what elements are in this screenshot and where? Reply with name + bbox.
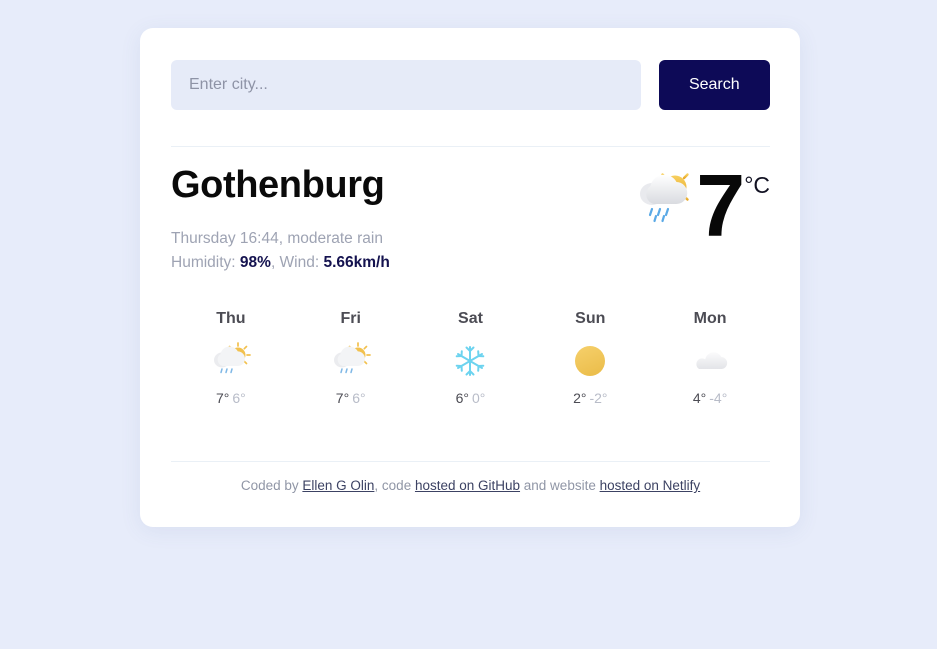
forecast-day-sat: Sat 6° 0° [411, 310, 531, 406]
wind-label: , Wind: [270, 254, 324, 272]
author-link[interactable]: Ellen G Olin [302, 478, 374, 493]
forecast-day-temps: 7° 6° [171, 390, 291, 406]
current-weather-section: Gothenburg Thursday 16:44, moderate rain… [171, 160, 770, 276]
forecast-day-label: Mon [693, 310, 727, 327]
temperature-value: 7 [696, 156, 745, 255]
footer-between: and website [520, 478, 600, 493]
forecast-day-label: Fri [340, 310, 361, 327]
forecast-temp-min: -4° [709, 390, 728, 406]
forecast-day-temps: 2° -2° [530, 390, 650, 406]
sun-behind-rain-cloud-icon [634, 166, 696, 233]
forecast-day-thu: Thu 7° 6° [171, 310, 291, 406]
sun-behind-rain-cloud-icon [171, 338, 291, 384]
humidity-value: 98% [239, 254, 271, 272]
forecast-row: Thu 7° 6° Fri 7° 6° Sat 6° 0° Sun 2° -2°… [171, 310, 770, 406]
forecast-day-fri: Fri 7° 6° [291, 310, 411, 406]
forecast-temp-max: 4° [692, 390, 707, 406]
current-weather-details: Gothenburg Thursday 16:44, moderate rain… [171, 160, 390, 276]
city-name: Gothenburg [171, 164, 385, 206]
weather-app: Search Gothenburg Thursday 16:44, modera… [0, 0, 937, 649]
footer-middle: , code [374, 478, 415, 493]
forecast-temp-min: -2° [589, 390, 608, 406]
netlify-link[interactable]: hosted on Netlify [600, 478, 701, 493]
divider-top [171, 146, 770, 147]
humidity-wind-line: Humidity: 98%, Wind: 5.66km/h [171, 251, 390, 275]
sun-behind-rain-cloud-icon [291, 338, 411, 384]
forecast-temp-max: 7° [216, 390, 230, 406]
search-form: Search [171, 60, 770, 110]
wind-value: 5.66km/h [323, 254, 390, 272]
forecast-day-temps: 4° -4° [650, 390, 770, 406]
temperature-unit[interactable]: °C [744, 174, 770, 197]
forecast-temp-min: 6° [352, 390, 366, 406]
cloud-icon [650, 338, 770, 384]
forecast-temp-min: 6° [232, 390, 246, 406]
forecast-day-label: Thu [216, 310, 246, 327]
search-input[interactable] [171, 60, 641, 110]
search-button[interactable]: Search [658, 60, 770, 110]
github-link[interactable]: hosted on GitHub [415, 478, 520, 493]
datetime-description: Thursday 16:44, moderate rain [171, 229, 383, 247]
forecast-day-mon: Mon 4° -4° [650, 310, 770, 406]
forecast-day-sun: Sun 2° -2° [530, 310, 650, 406]
forecast-temp-max: 7° [335, 390, 350, 406]
humidity-label: Humidity: [171, 254, 240, 272]
forecast-day-temps: 7° 6° [291, 390, 411, 406]
snowflake-icon [411, 338, 531, 384]
forecast-temp-max: 2° [573, 390, 587, 406]
forecast-day-temps: 6° 0° [411, 390, 531, 406]
sun-icon [530, 338, 650, 384]
footer-credits: Coded by Ellen G Olin, code hosted on Gi… [171, 478, 770, 493]
forecast-temp-max: 6° [455, 390, 469, 406]
weather-card: Search Gothenburg Thursday 16:44, modera… [140, 28, 800, 527]
footer-prefix: Coded by [240, 478, 303, 493]
current-temperature-block: 7 °C [634, 156, 770, 255]
temperature-display: 7 °C [696, 156, 770, 255]
forecast-day-label: Sat [458, 310, 483, 327]
forecast-temp-min: 0° [471, 390, 486, 406]
weather-meta: Thursday 16:44, moderate rain Humidity: … [171, 227, 390, 276]
forecast-day-label: Sun [575, 310, 606, 327]
divider-bottom [171, 461, 770, 462]
